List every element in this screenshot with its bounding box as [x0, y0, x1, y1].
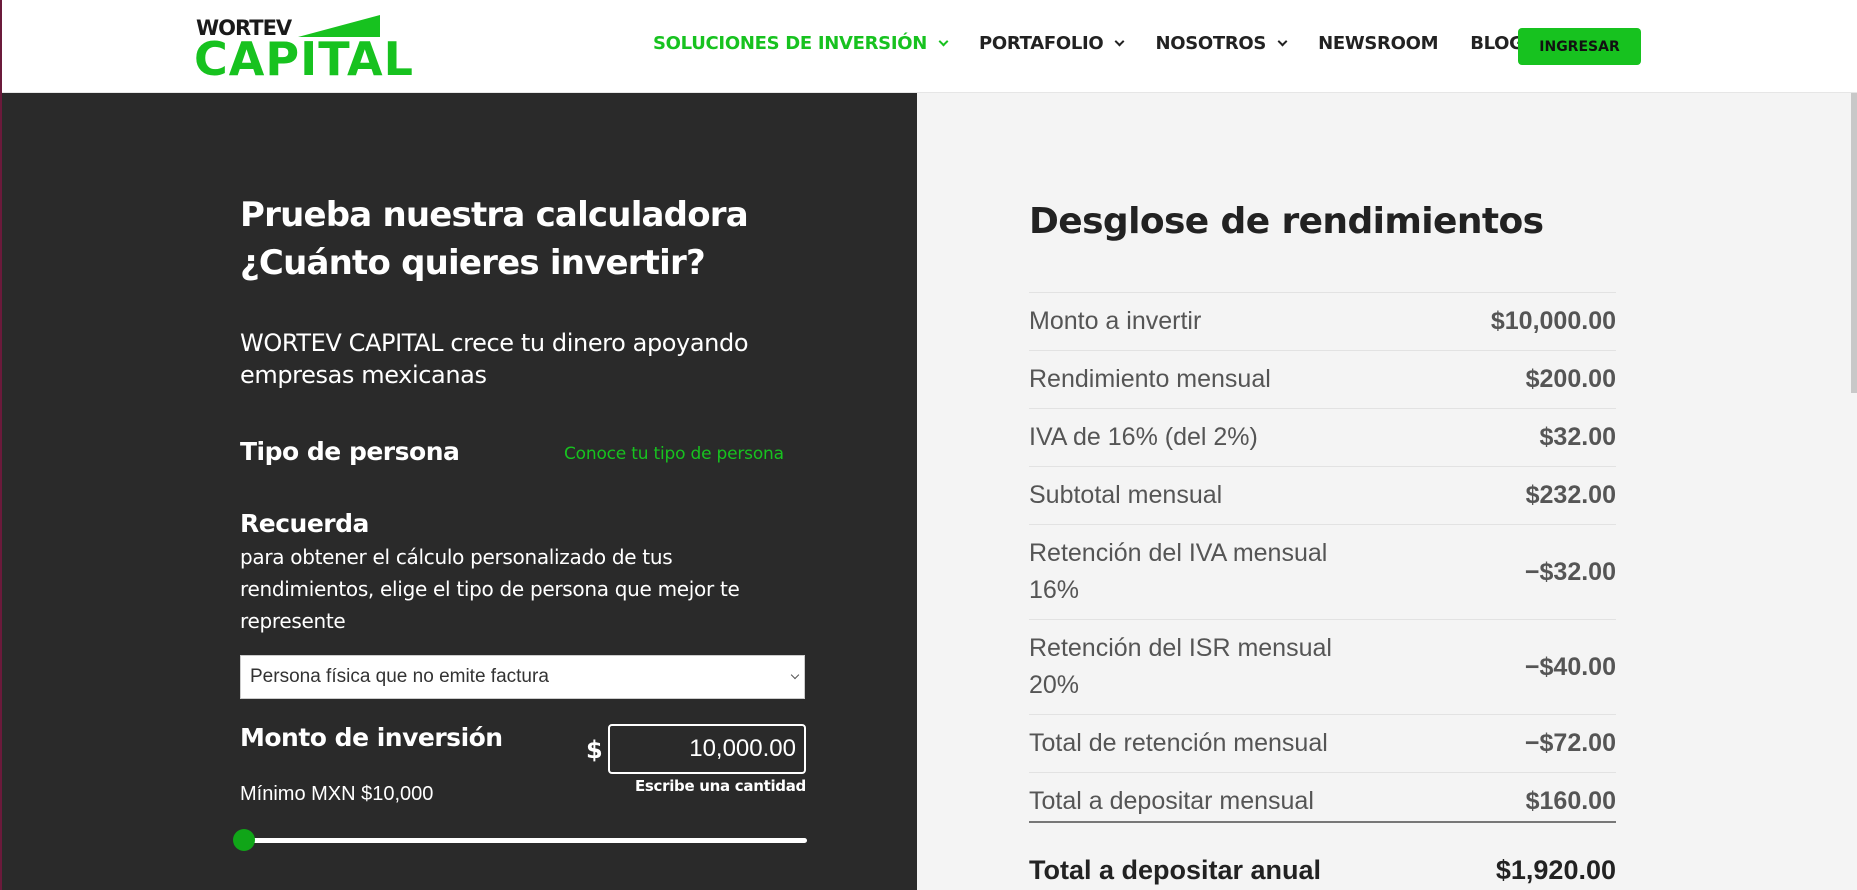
annual-total-value: $1,920.00 [1495, 855, 1616, 885]
row-label: Rendimiento mensual [1029, 365, 1271, 393]
row-label: Total de retención mensual [1029, 729, 1328, 757]
row-value: $160.00 [1525, 787, 1616, 815]
table-row: Rendimiento mensual $200.00 [1029, 350, 1616, 408]
row-value: $232.00 [1525, 481, 1616, 509]
table-row: Retención del IVA mensual 16% −$32.00 [1029, 524, 1616, 619]
main-nav: SOLUCIONES DE INVERSIÓN PORTAFOLIO NOSOT… [653, 33, 1556, 54]
nav-soluciones[interactable]: SOLUCIONES DE INVERSIÓN [653, 33, 949, 54]
table-row: Monto a invertir $10,000.00 [1029, 292, 1616, 350]
tipo-persona-select[interactable]: Persona física que no emite factura [240, 655, 805, 699]
row-value: −$72.00 [1524, 729, 1616, 757]
calculator-title: Prueba nuestra calculadora ¿Cuánto quier… [240, 191, 749, 287]
monto-inversion-label: Monto de inversión [240, 723, 503, 752]
nav-nosotros-label: NOSOTROS [1155, 33, 1267, 54]
nav-soluciones-label: SOLUCIONES DE INVERSIÓN [653, 33, 927, 54]
login-button[interactable]: INGRESAR [1518, 28, 1641, 65]
conoce-tipo-link[interactable]: Conoce tu tipo de persona [564, 444, 784, 464]
row-value: −$32.00 [1524, 557, 1616, 586]
row-value: $200.00 [1525, 365, 1616, 393]
logo-capital-text: CAPITAL [194, 32, 414, 86]
title-line-1: Prueba nuestra calculadora [240, 195, 749, 235]
nav-nosotros[interactable]: NOSOTROS [1155, 33, 1288, 54]
chevron-down-icon [1114, 36, 1125, 46]
breakdown-panel: Desglose de rendimientos Monto a inverti… [917, 93, 1857, 890]
slider-thumb[interactable] [233, 829, 255, 851]
row-label: Monto a invertir [1029, 307, 1202, 335]
breakdown-title: Desglose de rendimientos [1029, 201, 1544, 242]
nav-blog[interactable]: BLOG [1470, 33, 1524, 54]
minimo-text: Mínimo MXN $10,000 [240, 783, 434, 805]
chevron-down-icon [938, 36, 949, 46]
table-row: Subtotal mensual $232.00 [1029, 466, 1616, 524]
row-label: Subtotal mensual [1029, 481, 1223, 509]
table-row: Total de retención mensual −$72.00 [1029, 714, 1616, 772]
monto-input[interactable] [608, 724, 806, 774]
row-label: Retención del ISR mensual 20% [1029, 634, 1332, 699]
row-label: IVA de 16% (del 2%) [1029, 423, 1258, 451]
page-scrollbar[interactable] [1851, 93, 1857, 393]
breakdown-table: Monto a invertir $10,000.00 Rendimiento … [1029, 292, 1616, 830]
site-header: WORTEV CAPITAL SOLUCIONES DE INVERSIÓN P… [0, 0, 1857, 93]
calculator-panel: Prueba nuestra calculadora ¿Cuánto quier… [2, 93, 917, 890]
annual-total-label: Total a depositar anual [1029, 855, 1322, 885]
title-line-2: ¿Cuánto quieres invertir? [240, 243, 706, 283]
chevron-down-icon [1277, 36, 1288, 46]
nav-newsroom[interactable]: NEWSROOM [1318, 33, 1438, 54]
tipo-persona-selected: Persona física que no emite factura [250, 666, 549, 687]
recuerda-heading: Recuerda [240, 509, 369, 538]
annual-total-row: Total a depositar anual $1,920.00 [1029, 855, 1616, 886]
row-value: −$40.00 [1524, 652, 1616, 681]
calculator-subtitle: WORTEV CAPITAL crece tu dinero apoyando … [240, 329, 749, 389]
table-row: IVA de 16% (del 2%) $32.00 [1029, 408, 1616, 466]
tipo-persona-label: Tipo de persona [240, 437, 460, 466]
nav-portafolio-label: PORTAFOLIO [979, 33, 1104, 54]
nav-newsroom-label: NEWSROOM [1318, 33, 1439, 54]
monto-slider[interactable] [233, 829, 807, 851]
row-label: Total a depositar mensual [1029, 787, 1314, 815]
table-row: Retención del ISR mensual 20% −$40.00 [1029, 619, 1616, 714]
row-value: $10,000.00 [1490, 307, 1616, 335]
monto-hint: Escribe una cantidad [634, 777, 806, 795]
chevron-down-icon [790, 670, 800, 680]
total-divider [1029, 821, 1616, 823]
nav-portafolio[interactable]: PORTAFOLIO [979, 33, 1125, 54]
recuerda-text: para obtener el cálculo personalizado de… [240, 545, 740, 633]
currency-symbol: $ [586, 736, 603, 764]
wortev-capital-logo[interactable]: WORTEV CAPITAL [194, 14, 413, 84]
row-label: Retención del IVA mensual 16% [1029, 539, 1328, 604]
row-value: $32.00 [1539, 423, 1616, 451]
nav-blog-label: BLOG [1470, 33, 1524, 54]
